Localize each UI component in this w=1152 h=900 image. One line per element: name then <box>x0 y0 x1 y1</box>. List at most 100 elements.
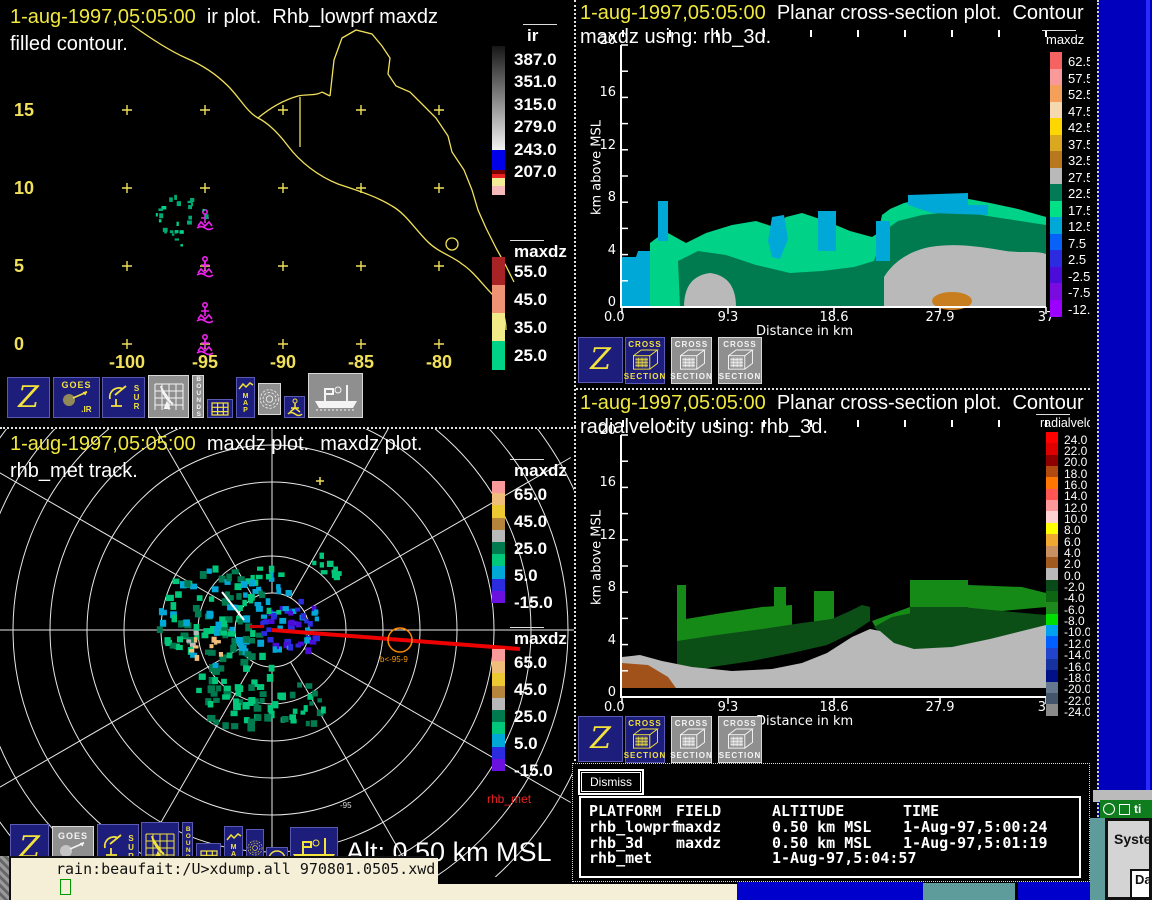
satellite-toolbar-grid-small-button[interactable] <box>207 399 233 418</box>
xsec-maxdz-toolbar-zebra-button[interactable]: Z <box>578 337 623 383</box>
colorbar-label: 25.0 <box>514 539 548 558</box>
window-restore-icon[interactable] <box>1119 803 1130 815</box>
xsec-radial-toolbar-cross-section-button[interactable]: CROSS SECTION <box>670 716 712 763</box>
colorbar-label: 22.5 <box>1068 186 1090 201</box>
colorbar-swatch <box>1046 522 1058 535</box>
panel-title: 1-aug-1997,05:05:00 maxdz plot. maxdz pl… <box>10 433 423 455</box>
satellite-toolbar-zebra-button[interactable]: Z <box>7 377 50 418</box>
ring-label: -95 <box>340 801 352 810</box>
colorbar-swatch <box>1046 670 1058 683</box>
colorbar-swatch <box>492 313 505 342</box>
colorbar-swatch <box>1046 511 1058 524</box>
colorbar-label: 65.0 <box>514 485 548 504</box>
terminal-scrollbar[interactable] <box>0 856 9 900</box>
system-window-label: Syste <box>1114 831 1152 847</box>
colorbar-swatch <box>1046 488 1058 501</box>
zebra-logo-icon: Z <box>590 342 611 377</box>
satellite-toolbar-bounds-button[interactable]: BOUNDS <box>192 375 204 418</box>
colorbar-swatch <box>1046 659 1058 671</box>
map-icon: MAP <box>237 381 254 414</box>
colorbar-label: 351.0 <box>514 72 557 92</box>
table-cell: maxdz <box>676 833 722 852</box>
track-dashes <box>250 625 264 628</box>
colorbar-title: maxdz <box>514 461 567 480</box>
right-blue-strip <box>1097 0 1152 900</box>
colorbar-title: ir <box>527 26 539 45</box>
xsec-maxdz-toolbar-cross-section-button[interactable]: CROSS SECTION <box>624 337 665 384</box>
colorbar-label: 42.5 <box>1068 120 1090 135</box>
overlay-table-window: Dismiss PLATFORM FIELD ALTITUDE TIME rhb_low… <box>572 763 1090 882</box>
timer-window-title: ti <box>1134 802 1142 816</box>
colorbar-label: 7.5 <box>1068 235 1087 251</box>
table-cell: 1-Aug-97,5:04:57 <box>772 849 917 867</box>
satellite-toolbar-goes-ir-button[interactable]: GOES .IR <box>53 377 100 418</box>
xsec-x-tick-label: 0.0 <box>604 700 625 715</box>
colorbar-swatch <box>492 758 505 772</box>
section-label: SECTION <box>623 751 667 760</box>
satellite-toolbar-sur-button[interactable]: SUR <box>102 377 145 418</box>
cross-label: CROSS <box>674 340 709 349</box>
satellite-toolbar-map-button[interactable]: MAP <box>236 377 255 418</box>
dismiss-button[interactable]: Dismiss <box>578 769 644 795</box>
colorbar-label: 5.0 <box>514 566 538 585</box>
colorbar-gradient <box>492 46 505 150</box>
colorbar-label: 47.5 <box>1068 103 1090 119</box>
system-subwindow-label: Da <box>1135 872 1152 887</box>
dismiss-button-label: Dismiss <box>581 772 641 792</box>
top-edge-tick <box>669 30 671 37</box>
terminal-cursor[interactable] <box>60 879 71 895</box>
colorbar-swatch <box>492 578 505 592</box>
xsec-radial-toolbar-zebra-button[interactable]: Z <box>578 716 623 762</box>
colorbar-swatch <box>1046 693 1058 705</box>
map-lon-label: -90 <box>269 352 296 372</box>
buoy-icon <box>196 209 214 231</box>
colorbar-label: 65.0 <box>514 653 548 672</box>
colorbar-swatch <box>1046 590 1058 603</box>
xsec-maxdz-toolbar-cross-section-button[interactable]: CROSS SECTION <box>670 337 712 384</box>
colorbar-swatch <box>492 649 505 662</box>
buoy-icon <box>196 302 214 324</box>
map-lat-label: 5 <box>14 256 25 276</box>
satellite-toolbar-rings-button[interactable] <box>258 383 281 415</box>
xsec-maxdz-toolbar-cross-section-button[interactable]: CROSS SECTION <box>718 337 762 384</box>
grid-cross <box>316 477 324 485</box>
colorbar-label: 45.0 <box>514 512 548 531</box>
bottom-teal-block <box>923 883 1015 900</box>
satellite-toolbar-buoy-button[interactable] <box>284 396 305 418</box>
colorbar-label: 62.5 <box>1068 54 1090 69</box>
colorbar-label: 57.5 <box>1068 70 1090 86</box>
panel-title-line2: rhb_met track. <box>10 460 138 482</box>
range-rings-icon <box>259 389 280 409</box>
panel-title: 1-aug-1997,05:05:00 Planar cross-section… <box>580 2 1090 24</box>
colorbar-swatch <box>492 661 505 674</box>
colorbar-label: -24.0 <box>1064 704 1090 719</box>
colorbar-swatch <box>1050 217 1062 234</box>
cross-label: CROSS <box>723 340 757 349</box>
colorbar-swatch <box>492 257 505 286</box>
zebra-logo-icon: Z <box>590 721 611 756</box>
top-edge-tick <box>904 30 906 37</box>
map-lat-label: 15 <box>14 100 35 120</box>
top-edge-tick <box>669 420 671 427</box>
colorbar-swatch <box>492 673 505 687</box>
window-menu-icon[interactable] <box>1103 803 1115 815</box>
platform-data-table: PLATFORM FIELD ALTITUDE TIME rhb_lowprf maxdz… <box>579 796 1081 878</box>
satellite-toolbar-grid-radar-button[interactable] <box>148 375 189 418</box>
satellite-toolbar-ship-button[interactable] <box>308 373 363 418</box>
colorbar-label: 207.0 <box>514 162 557 181</box>
colorbar-swatch <box>1050 134 1062 152</box>
cross-label: CROSS <box>674 719 709 728</box>
panel-satellite-ir: 1-aug-1997,05:05:00 ir plot. Rhb_lowprf … <box>0 0 576 427</box>
colorbar-swatch <box>1046 602 1058 615</box>
xsec-x-tick-label: 27.9 <box>925 310 955 325</box>
colorbar-swatch <box>492 178 505 186</box>
buoy-icon <box>286 398 303 417</box>
colorbar-label: 52.5 <box>1068 87 1090 102</box>
cube-icon <box>728 349 754 370</box>
xsec-radial-toolbar-cross-section-button[interactable]: CROSS SECTION <box>718 716 762 763</box>
colorbar-swatch <box>492 734 505 748</box>
xsec-radial-toolbar-cross-section-button[interactable]: CROSS SECTION <box>623 716 667 763</box>
colorbar-swatch <box>1050 68 1062 86</box>
top-edge-tick <box>622 420 624 427</box>
timer-window-titlebar[interactable]: ti <box>1100 800 1152 818</box>
